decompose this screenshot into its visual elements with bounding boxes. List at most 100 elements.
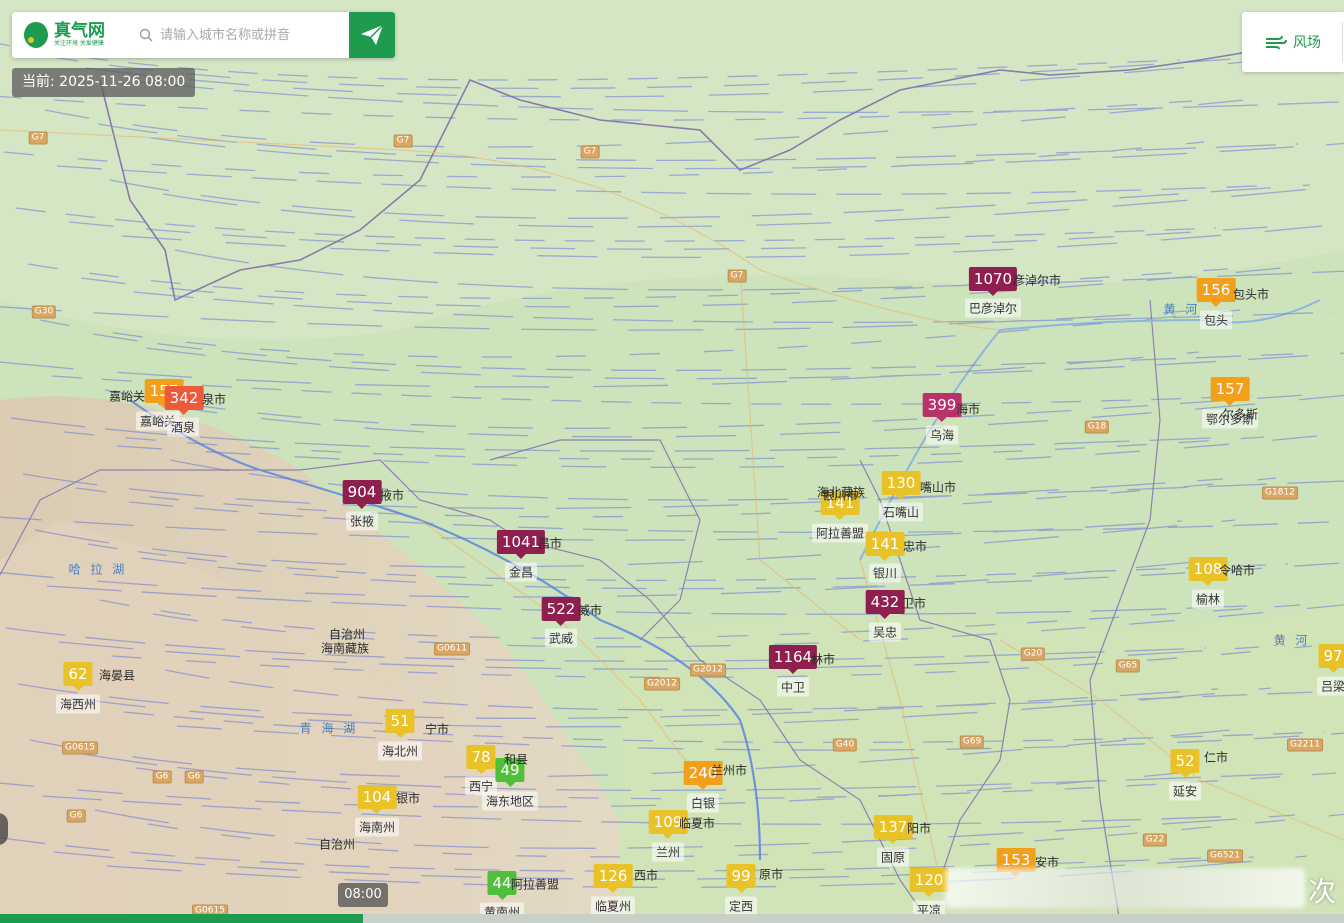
place-label: 仁市 bbox=[1203, 750, 1229, 765]
aqi-badge[interactable]: 141 bbox=[865, 532, 905, 561]
place-label: 银市 bbox=[395, 791, 421, 806]
station-city-label[interactable]: 吴忠 bbox=[868, 622, 902, 642]
timeline-track[interactable] bbox=[0, 914, 1344, 923]
aqi-badge[interactable]: 904 bbox=[342, 480, 382, 509]
station-city-label[interactable]: 武威 bbox=[544, 628, 578, 648]
station-city-label[interactable]: 吕梁 bbox=[1316, 676, 1344, 696]
search-button[interactable] bbox=[349, 12, 395, 58]
aqi-badge[interactable]: 1070 bbox=[968, 267, 1018, 296]
forecast-strip[interactable] bbox=[945, 868, 1305, 908]
station-city-label[interactable]: 海南州 bbox=[354, 817, 400, 837]
place-label: 兰州市 bbox=[710, 763, 748, 778]
place-label: 宁市 bbox=[424, 722, 450, 737]
aqi-badge[interactable]: 156 bbox=[1196, 278, 1236, 307]
station-city-label[interactable]: 包头 bbox=[1199, 310, 1233, 330]
aqi-badge[interactable]: 432 bbox=[865, 590, 905, 619]
timeline-time-handle[interactable]: 08:00 bbox=[338, 883, 388, 907]
place-label: 忠市 bbox=[902, 539, 928, 554]
logo[interactable]: 真气网 关注环境 关爱健康 bbox=[12, 20, 134, 50]
aqi-badge[interactable]: 51 bbox=[385, 709, 415, 738]
highway-shield: G2012 bbox=[690, 663, 726, 677]
place-label: 和县 bbox=[503, 752, 529, 767]
highway-shield: G2012 bbox=[644, 677, 680, 691]
station-city-label[interactable]: 金昌 bbox=[504, 562, 538, 582]
highway-shield: G22 bbox=[1142, 833, 1168, 847]
place-label: 掖市 bbox=[379, 488, 405, 503]
place-label: 泉市 bbox=[201, 392, 227, 407]
station-city-label[interactable]: 延安 bbox=[1168, 781, 1202, 801]
aqi-badge[interactable]: 342 bbox=[164, 386, 204, 415]
highway-shield: G6 bbox=[152, 770, 172, 784]
highway-shield: G0611 bbox=[434, 642, 470, 656]
aqi-badge[interactable]: 62 bbox=[63, 662, 93, 691]
aqi-badge[interactable]: 120 bbox=[909, 868, 949, 897]
map-canvas[interactable] bbox=[0, 0, 1344, 923]
aqi-badge[interactable]: 99 bbox=[726, 864, 756, 893]
station-city-label[interactable]: 巴彦淖尔 bbox=[964, 298, 1022, 318]
logo-slogan: 关注环境 关爱健康 bbox=[54, 40, 104, 47]
station-city-label[interactable]: 阿拉善盟 bbox=[811, 523, 869, 543]
place-label: 嘴山市 bbox=[919, 480, 957, 495]
place-label: 令哈市 bbox=[1218, 563, 1256, 578]
wind-toggle-label: 风场 bbox=[1293, 35, 1321, 51]
aqi-badge[interactable]: 157 bbox=[1210, 377, 1250, 406]
logo-name: 真气网 bbox=[54, 21, 105, 41]
place-label: 海晏县 bbox=[98, 668, 136, 683]
station-city-label[interactable]: 榆林 bbox=[1191, 589, 1225, 609]
place-label: 卫市 bbox=[901, 596, 927, 611]
aqi-badge[interactable]: 52 bbox=[1170, 749, 1200, 778]
station-city-label[interactable]: 定西 bbox=[724, 896, 758, 916]
place-label: 阳市 bbox=[906, 821, 932, 836]
station-city-label[interactable]: 固原 bbox=[876, 847, 910, 867]
map-view[interactable]: 157嘉峪关342酒泉904张掖1041金昌522武威1070巴彦淖尔156包头… bbox=[0, 0, 1344, 923]
wind-field-toggle[interactable]: 风场 bbox=[1242, 12, 1344, 72]
station-city-label[interactable]: 中卫 bbox=[776, 677, 810, 697]
timeline-progress bbox=[0, 914, 363, 923]
divider bbox=[1342, 22, 1343, 62]
place-label: 临夏市 bbox=[678, 816, 716, 831]
logo-icon bbox=[24, 22, 48, 48]
place-label: 阿拉善盟 bbox=[510, 877, 560, 892]
place-label: 海市 bbox=[955, 402, 981, 417]
highway-shield: G6 bbox=[184, 770, 204, 784]
station-city-label[interactable]: 银川 bbox=[868, 563, 902, 583]
station-city-label[interactable]: 酒泉 bbox=[166, 417, 200, 437]
highway-shield: G18 bbox=[1084, 420, 1110, 434]
place-label: 西市 bbox=[633, 868, 659, 883]
station-city-label[interactable]: 乌海 bbox=[925, 425, 959, 445]
aqi-badge[interactable]: 97 bbox=[1318, 644, 1344, 673]
aqi-badge[interactable]: 130 bbox=[881, 471, 921, 500]
station-city-label[interactable]: 兰州 bbox=[651, 842, 685, 862]
aqi-badge[interactable]: 104 bbox=[357, 785, 397, 814]
wind-icon bbox=[1266, 35, 1287, 50]
aqi-badge[interactable]: 78 bbox=[466, 745, 496, 774]
station-city-label[interactable]: 临夏州 bbox=[590, 896, 636, 916]
highway-shield: G40 bbox=[832, 738, 858, 752]
highway-shield: G65 bbox=[1115, 659, 1141, 673]
water-label: 黄 河 bbox=[1163, 302, 1201, 317]
aqi-badge[interactable]: 126 bbox=[593, 864, 633, 893]
water-label: 黄 河 bbox=[1273, 633, 1311, 648]
place-label: 尔多斯 bbox=[1221, 407, 1259, 422]
station-city-label[interactable]: 白银 bbox=[686, 793, 720, 813]
forecast-icon[interactable]: 次 bbox=[1308, 870, 1336, 910]
search-input[interactable] bbox=[158, 26, 352, 44]
place-label: 林市 bbox=[810, 652, 836, 667]
station-city-label[interactable]: 海东地区 bbox=[481, 791, 539, 811]
highway-shield: G69 bbox=[959, 735, 985, 749]
place-label: 海北藏族 bbox=[816, 485, 866, 500]
station-city-label[interactable]: 海北州 bbox=[377, 741, 423, 761]
aqi-badge[interactable]: 1164 bbox=[768, 645, 818, 674]
search-icon bbox=[134, 28, 158, 42]
station-city-label[interactable]: 张掖 bbox=[345, 511, 379, 531]
place-label: 威市 bbox=[577, 603, 603, 618]
send-icon bbox=[361, 24, 384, 45]
highway-shield: G30 bbox=[31, 305, 57, 319]
place-label: 包头市 bbox=[1232, 287, 1270, 302]
station-city-label[interactable]: 海西州 bbox=[55, 694, 101, 714]
station-city-label[interactable]: 石嘴山 bbox=[878, 502, 924, 522]
highway-shield: G7 bbox=[727, 269, 747, 283]
current-time-label: 当前: 2025-11-26 08:00 bbox=[12, 68, 196, 97]
highway-shield: G2211 bbox=[1287, 738, 1323, 752]
aqi-badge[interactable]: 522 bbox=[541, 597, 581, 626]
